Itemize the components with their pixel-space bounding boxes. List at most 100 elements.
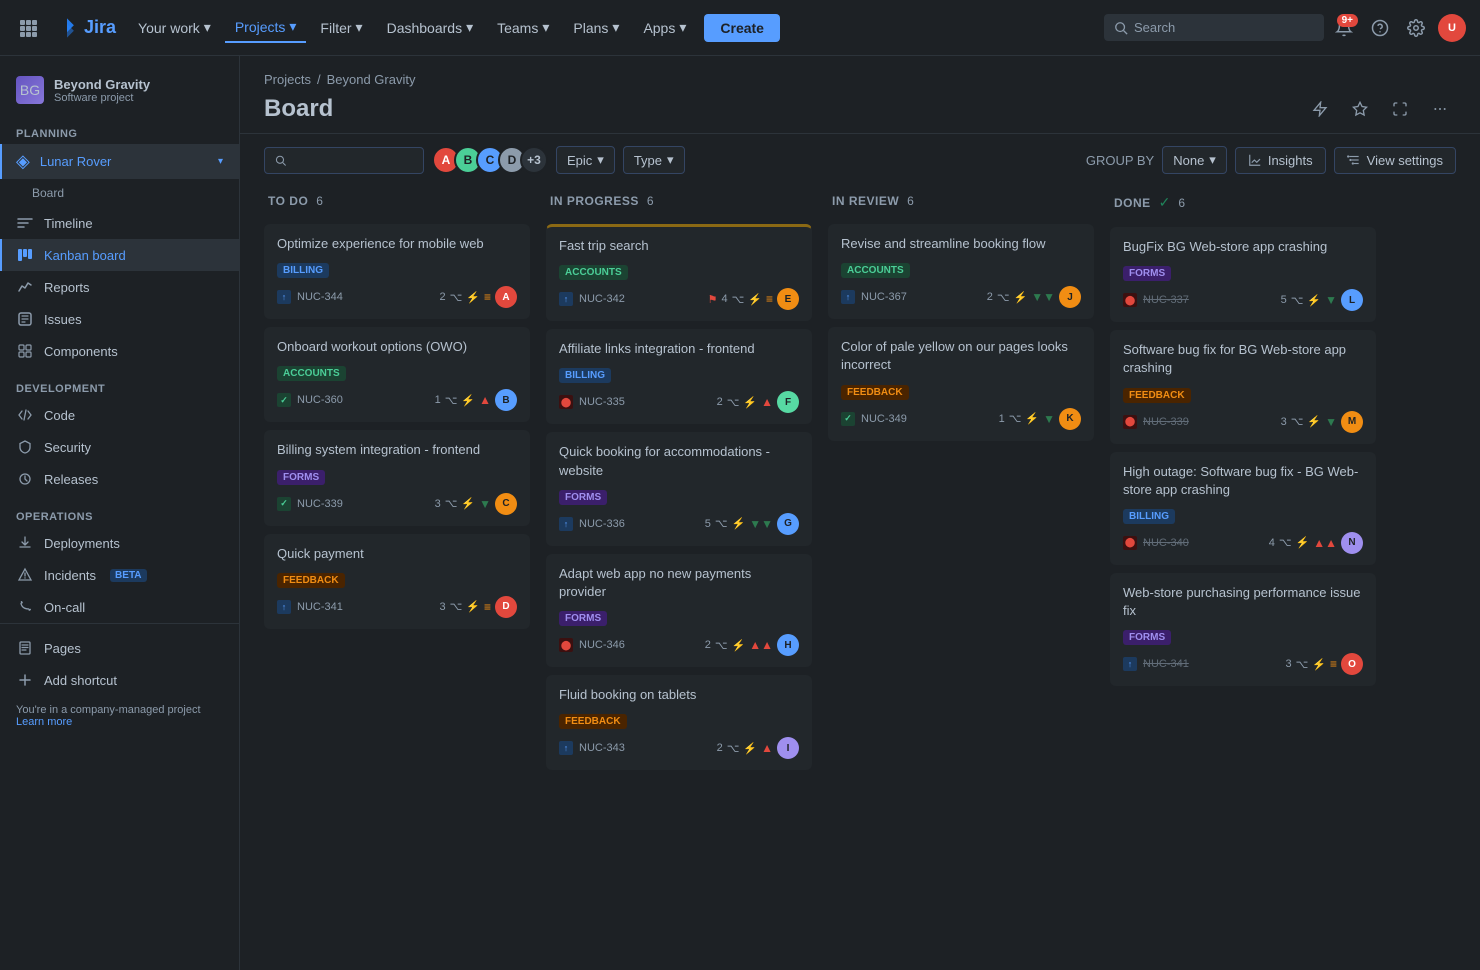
sidebar-item-security[interactable]: Security bbox=[0, 431, 239, 463]
inprogress-cards: Fast trip search ACCOUNTS ↑ NUC-342 ⚑ 4 … bbox=[546, 224, 816, 954]
column-inprogress: IN PROGRESS 6 Fast trip search ACCOUNTS … bbox=[546, 186, 816, 954]
sidebar-item-components[interactable]: Components bbox=[0, 335, 239, 367]
chevron-icon: ▾ bbox=[218, 156, 223, 167]
sidebar-item-releases[interactable]: Releases bbox=[0, 463, 239, 495]
card-avatar: E bbox=[777, 288, 799, 310]
learn-more-link[interactable]: Learn more bbox=[16, 716, 223, 728]
help-button[interactable] bbox=[1364, 12, 1396, 44]
card-nuc336[interactable]: Quick booking for accommodations - websi… bbox=[546, 432, 812, 545]
col-todo-count: 6 bbox=[316, 194, 323, 208]
nav-plans[interactable]: Plans ▾ bbox=[563, 13, 629, 42]
create-button[interactable]: Create bbox=[704, 14, 780, 42]
card-title: BugFix BG Web-store app crashing bbox=[1123, 238, 1363, 256]
user-avatar[interactable]: U bbox=[1436, 12, 1468, 44]
breadcrumb-project-name[interactable]: Beyond Gravity bbox=[327, 72, 416, 87]
card-nuc339-todo[interactable]: Billing system integration - frontend FO… bbox=[264, 430, 530, 525]
group-by-none[interactable]: None ▾ bbox=[1162, 146, 1227, 174]
kanban-icon bbox=[16, 246, 34, 264]
breadcrumb-projects[interactable]: Projects bbox=[264, 72, 311, 87]
sidebar-item-reports[interactable]: Reports bbox=[0, 271, 239, 303]
priority-icon: ▼ bbox=[1043, 412, 1055, 426]
search-bar[interactable]: Search bbox=[1104, 14, 1324, 41]
col-done-count: 6 bbox=[1178, 196, 1185, 210]
view-settings-button[interactable]: View settings bbox=[1334, 147, 1456, 174]
card-nuc337[interactable]: BugFix BG Web-store app crashing FORMS ⬤… bbox=[1110, 227, 1376, 322]
card-avatar: F bbox=[777, 391, 799, 413]
card-title: Fast trip search bbox=[559, 237, 799, 255]
nav-dashboards[interactable]: Dashboards ▾ bbox=[377, 13, 484, 42]
col-inreview-count: 6 bbox=[907, 194, 914, 208]
priority-icon: ≡ bbox=[484, 600, 491, 614]
card-avatar: D bbox=[495, 596, 517, 618]
priority-icon: ≡ bbox=[766, 292, 773, 306]
notifications-button[interactable]: 9+ bbox=[1328, 12, 1360, 44]
nav-your-work[interactable]: Your work ▾ bbox=[128, 13, 221, 42]
flash-button[interactable] bbox=[1304, 93, 1336, 125]
card-meta: 3 ⌥ ⚡ ▼ M bbox=[1281, 411, 1363, 433]
search-input[interactable] bbox=[292, 153, 413, 168]
grid-menu-button[interactable] bbox=[12, 12, 44, 44]
board-search[interactable] bbox=[264, 147, 424, 174]
card-nuc367[interactable]: Revise and streamline booking flow ACCOU… bbox=[828, 224, 1094, 319]
sidebar-item-timeline[interactable]: Timeline bbox=[0, 207, 239, 239]
avatar-more[interactable]: +3 bbox=[520, 146, 548, 174]
card-nuc340[interactable]: High outage: Software bug fix - BG Web-s… bbox=[1110, 452, 1376, 565]
card-tag: BILLING bbox=[559, 368, 611, 383]
card-tag: FORMS bbox=[559, 490, 607, 505]
nav-projects[interactable]: Projects ▾ bbox=[225, 12, 307, 43]
fullscreen-button[interactable] bbox=[1384, 93, 1416, 125]
sidebar-item-oncall[interactable]: On-call bbox=[0, 591, 239, 623]
incidents-icon bbox=[16, 566, 34, 584]
group-by-label: GROUP BY bbox=[1086, 153, 1154, 168]
card-nuc335[interactable]: Affiliate links integration - frontend B… bbox=[546, 329, 812, 424]
sidebar-item-issues[interactable]: Issues bbox=[0, 303, 239, 335]
sidebar-item-code[interactable]: Code bbox=[0, 399, 239, 431]
card-tag: FEEDBACK bbox=[559, 714, 627, 729]
more-button[interactable] bbox=[1424, 93, 1456, 125]
card-nuc344[interactable]: Optimize experience for mobile web BILLI… bbox=[264, 224, 530, 319]
priority-icon: ▲ bbox=[761, 741, 773, 755]
header-actions bbox=[1304, 93, 1456, 125]
sidebar-item-lunar-rover[interactable]: ◈ Lunar Rover ▾ bbox=[0, 144, 239, 179]
sidebar-item-add-shortcut[interactable]: Add shortcut bbox=[0, 664, 239, 696]
card-meta: 3 ⌥ ⚡ ▼ C bbox=[435, 493, 517, 515]
card-nuc349[interactable]: Color of pale yellow on our pages looks … bbox=[828, 327, 1094, 440]
card-title: Billing system integration - frontend bbox=[277, 441, 517, 459]
card-nuc341-todo[interactable]: Quick payment FEEDBACK ↑ NUC-341 3 ⌥ ⚡ ≡… bbox=[264, 534, 530, 629]
card-nuc342[interactable]: Fast trip search ACCOUNTS ↑ NUC-342 ⚑ 4 … bbox=[546, 224, 812, 321]
card-tag: FEEDBACK bbox=[1123, 388, 1191, 403]
nav-teams[interactable]: Teams ▾ bbox=[487, 13, 559, 42]
card-nuc360[interactable]: Onboard workout options (OWO) ACCOUNTS ✓… bbox=[264, 327, 530, 422]
card-meta: 4 ⌥ ⚡ ▲▲ N bbox=[1269, 532, 1363, 554]
beta-badge: BETA bbox=[110, 569, 146, 582]
sidebar-item-pages[interactable]: Pages bbox=[0, 632, 239, 664]
star-button[interactable] bbox=[1344, 93, 1376, 125]
insights-button[interactable]: Insights bbox=[1235, 147, 1326, 174]
nav-apps[interactable]: Apps ▾ bbox=[633, 13, 696, 42]
card-nuc341-done[interactable]: Web-store purchasing performance issue f… bbox=[1110, 573, 1376, 686]
timeline-icon bbox=[16, 214, 34, 232]
settings-button[interactable] bbox=[1400, 12, 1432, 44]
card-nuc346[interactable]: Adapt web app no new payments provider F… bbox=[546, 554, 812, 667]
priority-icon: ▼▼ bbox=[749, 517, 773, 531]
card-nuc343[interactable]: Fluid booking on tablets FEEDBACK ↑ NUC-… bbox=[546, 675, 812, 770]
sidebar-item-board[interactable]: Board bbox=[0, 179, 239, 207]
sidebar-item-kanban[interactable]: Kanban board bbox=[0, 239, 239, 271]
card-title: Color of pale yellow on our pages looks … bbox=[841, 338, 1081, 374]
card-nuc339-done[interactable]: Software bug fix for BG Web-store app cr… bbox=[1110, 330, 1376, 443]
priority-icon: ▼▼ bbox=[1031, 290, 1055, 304]
card-tag: FORMS bbox=[1123, 266, 1171, 281]
card-id: NUC-336 bbox=[579, 518, 625, 530]
sidebar-item-incidents[interactable]: Incidents BETA bbox=[0, 559, 239, 591]
sidebar-item-deployments[interactable]: Deployments bbox=[0, 527, 239, 559]
card-avatar: O bbox=[1341, 653, 1363, 675]
epic-filter[interactable]: Epic ▾ bbox=[556, 146, 615, 174]
jira-logo[interactable]: Jira bbox=[48, 17, 124, 39]
card-tag: BILLING bbox=[1123, 509, 1175, 524]
card-avatar: J bbox=[1059, 286, 1081, 308]
card-tag: FEEDBACK bbox=[277, 573, 345, 588]
project-header[interactable]: BG Beyond Gravity Software project bbox=[0, 68, 239, 112]
nav-filter[interactable]: Filter ▾ bbox=[310, 13, 372, 42]
type-filter[interactable]: Type ▾ bbox=[623, 146, 685, 174]
card-title: Adapt web app no new payments provider bbox=[559, 565, 799, 601]
